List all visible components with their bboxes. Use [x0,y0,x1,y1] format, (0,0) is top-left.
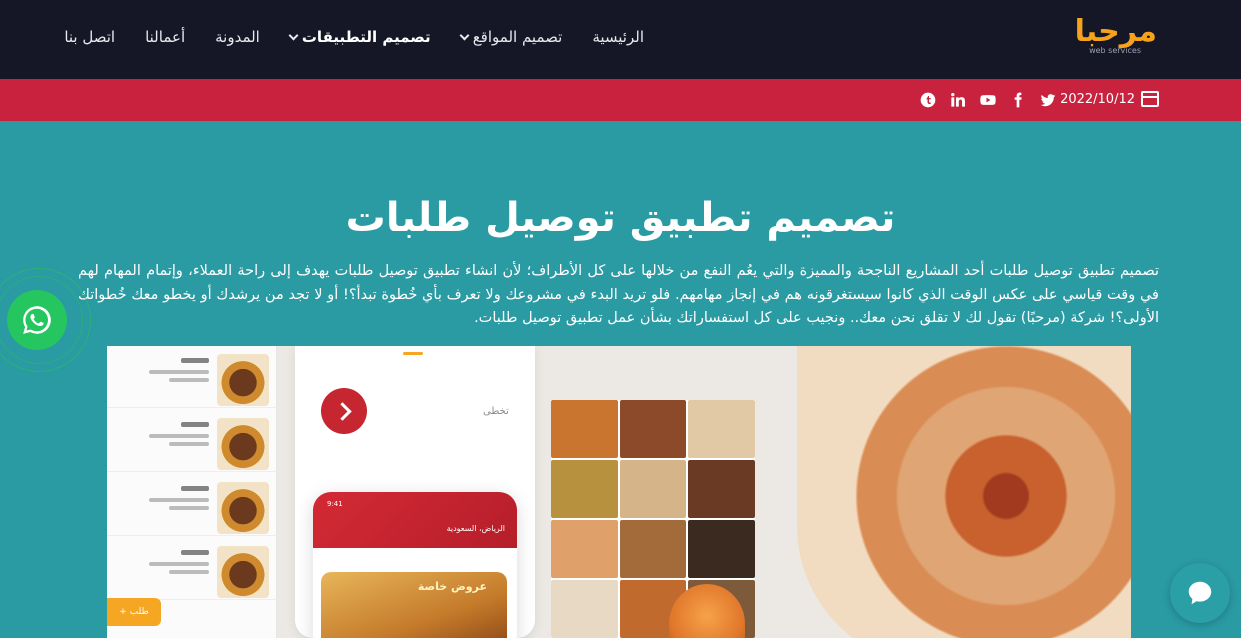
phone-header: 9:41 الرياض، السعودية [313,492,517,548]
back-arrow-icon [321,388,367,434]
whatsapp-icon [23,306,51,334]
menu-label: تصميم التطبيقات [301,28,431,46]
list-item [107,346,277,408]
menu-label: أعمالنا [145,28,186,46]
post-date: 2022/10/12 [1060,91,1159,107]
food-banner: عروض خاصة [321,572,507,638]
menu-label: المدونة [215,28,260,46]
menu-item-web-design[interactable]: تصميم المواقع [459,24,563,50]
menu-label: تصميم المواقع [472,28,563,46]
food-banner-title: عروض خاصة [417,580,487,593]
plus-icon: + [119,607,127,617]
menu-item-portfolio[interactable]: أعمالنا [145,24,185,50]
info-bar: 2022/10/12 [0,79,1241,121]
chevron-down-icon [459,30,470,40]
site-logo[interactable]: مرحبا web services [1063,14,1159,56]
social-links [920,90,1056,110]
list-item [107,538,277,600]
menu-item-blog[interactable]: المدونة [215,24,260,50]
skip-label: تخطى [483,406,509,417]
pizza-photo [797,346,1131,638]
menu-list-panel: طلب + [107,346,277,638]
pager-dots [403,352,423,355]
chat-bubble-icon [1188,581,1212,605]
phone-location: الرياض، السعودية [446,524,505,533]
youtube-icon[interactable] [980,90,996,110]
add-order-button: طلب + [107,598,161,626]
phone-time: 9:41 [327,500,343,508]
phone-screen-front: 9:41 الرياض، السعودية عروض خاصة [313,492,517,638]
menu-item-app-design[interactable]: تصميم التطبيقات [288,24,431,50]
add-label: طلب [129,607,149,617]
top-navigation: مرحبا web services الرئيسية تصميم المواق… [0,0,1241,79]
list-item [107,474,277,536]
menu-label: اتصل بنا [64,28,116,46]
twitter-icon[interactable] [1040,90,1056,110]
menu-item-contact[interactable]: اتصل بنا [64,24,115,50]
app-mockup-image: طلب + تخطى 9:41 الرياض، السعودية عروض خاص… [107,346,1131,638]
live-chat-button[interactable] [1170,563,1230,623]
chevron-down-icon [288,30,299,40]
date-text: 2022/10/12 [1060,91,1135,107]
list-item [107,410,277,472]
calendar-icon [1141,91,1159,107]
facebook-icon[interactable] [1010,90,1026,110]
page-title: تصميم تطبيق توصيل طلبات [345,195,896,241]
tumblr-icon[interactable] [920,90,936,110]
menu-label: الرئيسية [592,28,644,46]
logo-subtitle: web services [1089,46,1141,55]
whatsapp-button[interactable] [7,290,67,350]
logo-mark: مرحبا [1074,14,1159,49]
intro-paragraph: تصميم تطبيق توصيل طلبات أحد المشاريع الن… [78,263,1159,326]
main-menu: الرئيسية تصميم المواقع تصميم التطبيقات ا… [64,24,644,50]
menu-item-home[interactable]: الرئيسية [592,24,644,50]
linkedin-icon[interactable] [950,90,966,110]
